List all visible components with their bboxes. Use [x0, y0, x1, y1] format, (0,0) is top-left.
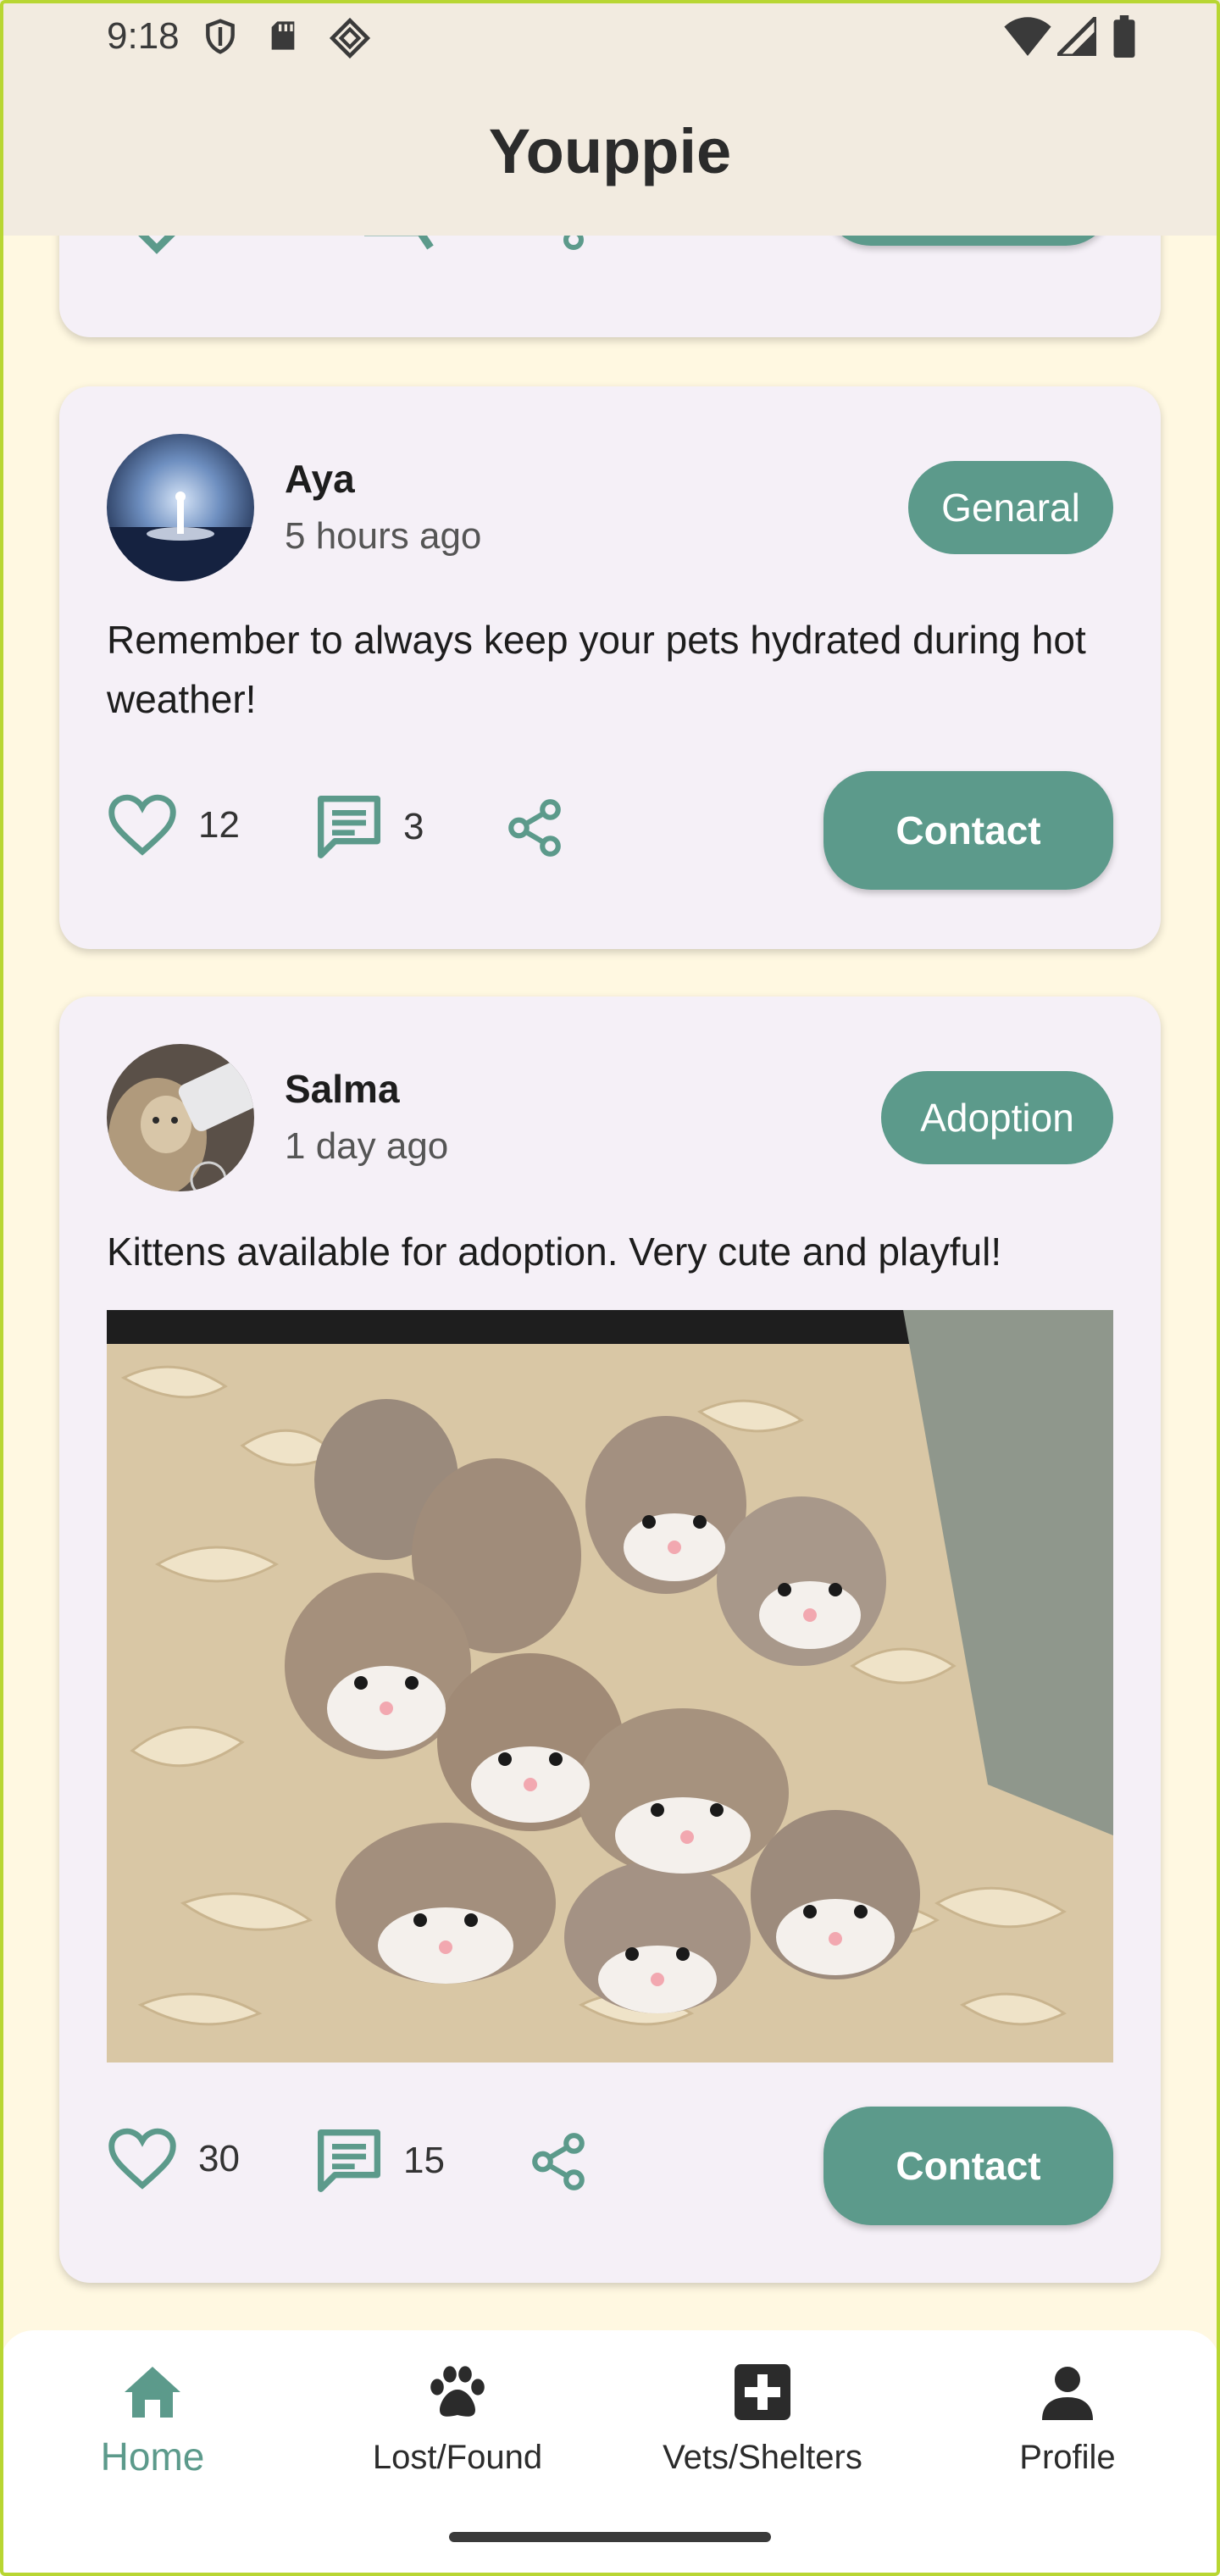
nav-label: Vets/Shelters [663, 2439, 862, 2476]
post-text: Kittens available for adoption. Very cut… [107, 1230, 1002, 1274]
author-name: Aya [285, 457, 355, 501]
comment-action[interactable]: 15 [315, 2127, 445, 2195]
author-avatar[interactable] [107, 1044, 254, 1191]
like-action[interactable]: 30 [107, 2127, 240, 2191]
paw-icon [430, 2366, 485, 2417]
home-icon [125, 2367, 180, 2418]
heart-icon [108, 794, 176, 856]
nav-item-lost-found[interactable]: Lost/Found [305, 2364, 610, 2477]
author-avatar[interactable] [107, 434, 254, 581]
avatar-image [107, 434, 254, 581]
app-title: Youppie [488, 116, 732, 186]
share-icon[interactable] [503, 797, 566, 859]
post-time: 1 day ago [285, 1125, 449, 1167]
contact-button[interactable]: Contact [824, 2107, 1113, 2225]
comment-count: 3 [403, 806, 424, 847]
contact-button[interactable]: Contact [824, 771, 1113, 890]
home-indicator[interactable] [449, 2532, 771, 2542]
like-action[interactable]: 12 [107, 793, 240, 858]
post-image[interactable] [107, 1310, 1113, 2062]
comment-count: 15 [403, 2140, 445, 2181]
person-icon [1042, 2367, 1093, 2420]
nav-label: Home [100, 2434, 205, 2479]
heart-icon [108, 2128, 176, 2190]
wifi-icon [1004, 17, 1051, 56]
category-badge[interactable]: Genaral [908, 461, 1113, 554]
comment-icon [318, 796, 381, 858]
hamsters-photo [107, 1310, 1113, 2062]
comment-action[interactable]: 3 [315, 793, 424, 861]
nav-item-vets-shelters[interactable]: Vets/Shelters [610, 2364, 915, 2477]
app-diamond-icon [329, 17, 371, 59]
battery-icon [1113, 15, 1135, 58]
like-count: 30 [198, 2138, 240, 2179]
category-badge[interactable]: Adoption [881, 1071, 1113, 1164]
post-time: 5 hours ago [285, 515, 482, 557]
like-count: 12 [198, 804, 240, 846]
share-icon[interactable] [527, 2130, 590, 2193]
status-time: 9:18 [107, 15, 180, 57]
nav-label: Profile [1019, 2439, 1116, 2476]
post-text: Remember to always keep your pets hydrat… [107, 618, 1086, 721]
comment-icon [318, 2129, 381, 2192]
nav-item-home[interactable]: Home [0, 2364, 305, 2479]
nav-item-profile[interactable]: Profile [915, 2364, 1220, 2477]
avatar-image [107, 1044, 254, 1191]
signal-icon [1057, 17, 1096, 56]
medical-cross-icon [735, 2364, 790, 2420]
app-bar: Youppie [0, 71, 1220, 236]
status-bar: 9:18 [0, 0, 1220, 71]
sd-card-icon [271, 21, 295, 50]
author-name: Salma [285, 1067, 400, 1111]
nav-label: Lost/Found [372, 2439, 543, 2476]
shield-icon [206, 19, 235, 54]
post-card: Aya 5 hours ago Genaral Remember to alwa… [59, 386, 1161, 949]
post-card: Salma 1 day ago Adoption Kittens availab… [59, 997, 1161, 2283]
